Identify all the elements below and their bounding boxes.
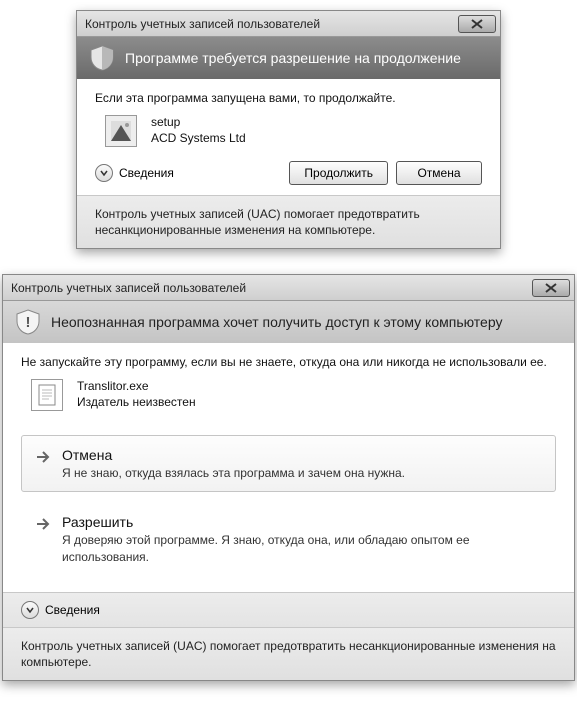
program-name: setup bbox=[151, 115, 246, 131]
arrow-right-icon bbox=[34, 448, 52, 466]
command-title: Отмена bbox=[62, 446, 405, 465]
banner: ! Неопознанная программа хочет получить … bbox=[3, 301, 574, 343]
svg-text:!: ! bbox=[26, 314, 31, 331]
details-label: Сведения bbox=[45, 603, 100, 617]
close-icon bbox=[545, 283, 557, 293]
close-button[interactable] bbox=[458, 15, 496, 33]
command-link-cancel[interactable]: Отмена Я не знаю, откуда взялась эта про… bbox=[21, 435, 556, 492]
shield-icon bbox=[89, 45, 115, 71]
continue-button[interactable]: Продолжить bbox=[289, 161, 388, 185]
command-desc: Я не знаю, откуда взялась эта программа … bbox=[62, 465, 405, 481]
banner-text: Программе требуется разрешение на продол… bbox=[125, 50, 461, 66]
program-info: Translitor.exe Издатель неизвестен bbox=[31, 379, 556, 411]
program-icon bbox=[31, 379, 63, 411]
details-section: Сведения bbox=[3, 592, 574, 627]
details-label: Сведения bbox=[119, 166, 174, 180]
close-icon bbox=[471, 19, 483, 29]
program-info: setup ACD Systems Ltd bbox=[105, 115, 482, 147]
details-expander[interactable]: Сведения bbox=[95, 164, 174, 182]
command-links: Отмена Я не знаю, откуда взялась эта про… bbox=[3, 435, 574, 591]
chevron-down-icon bbox=[21, 601, 39, 619]
close-button[interactable] bbox=[532, 279, 570, 297]
chevron-down-icon bbox=[95, 164, 113, 182]
instruction-text: Не запускайте эту программу, если вы не … bbox=[21, 355, 556, 369]
titlebar[interactable]: Контроль учетных записей пользователей bbox=[77, 11, 500, 37]
titlebar[interactable]: Контроль учетных записей пользователей bbox=[3, 275, 574, 301]
banner-text: Неопознанная программа хочет получить до… bbox=[51, 314, 502, 330]
details-expander[interactable]: Сведения bbox=[21, 601, 556, 619]
command-title: Разрешить bbox=[62, 513, 543, 532]
uac-dialog-unsigned: Контроль учетных записей пользователей !… bbox=[2, 274, 575, 681]
arrow-right-icon bbox=[34, 515, 52, 533]
cancel-button[interactable]: Отмена bbox=[396, 161, 482, 185]
program-icon bbox=[105, 115, 137, 147]
command-link-allow[interactable]: Разрешить Я доверяю этой программе. Я зн… bbox=[21, 502, 556, 575]
shield-warning-icon: ! bbox=[15, 309, 41, 335]
footer-text: Контроль учетных записей (UAC) помогает … bbox=[3, 627, 574, 680]
publisher-name: ACD Systems Ltd bbox=[151, 131, 246, 147]
banner: Программе требуется разрешение на продол… bbox=[77, 37, 500, 79]
uac-dialog-signed: Контроль учетных записей пользователей П… bbox=[76, 10, 501, 249]
dialog-body: Не запускайте эту программу, если вы не … bbox=[3, 343, 574, 435]
publisher-name: Издатель неизвестен bbox=[77, 395, 196, 411]
instruction-text: Если эта программа запущена вами, то про… bbox=[95, 91, 482, 105]
command-desc: Я доверяю этой программе. Я знаю, откуда… bbox=[62, 532, 543, 564]
dialog-body: Если эта программа запущена вами, то про… bbox=[77, 79, 500, 195]
window-title: Контроль учетных записей пользователей bbox=[11, 281, 532, 295]
footer-text: Контроль учетных записей (UAC) помогает … bbox=[77, 195, 500, 248]
program-name: Translitor.exe bbox=[77, 379, 196, 395]
window-title: Контроль учетных записей пользователей bbox=[85, 17, 458, 31]
